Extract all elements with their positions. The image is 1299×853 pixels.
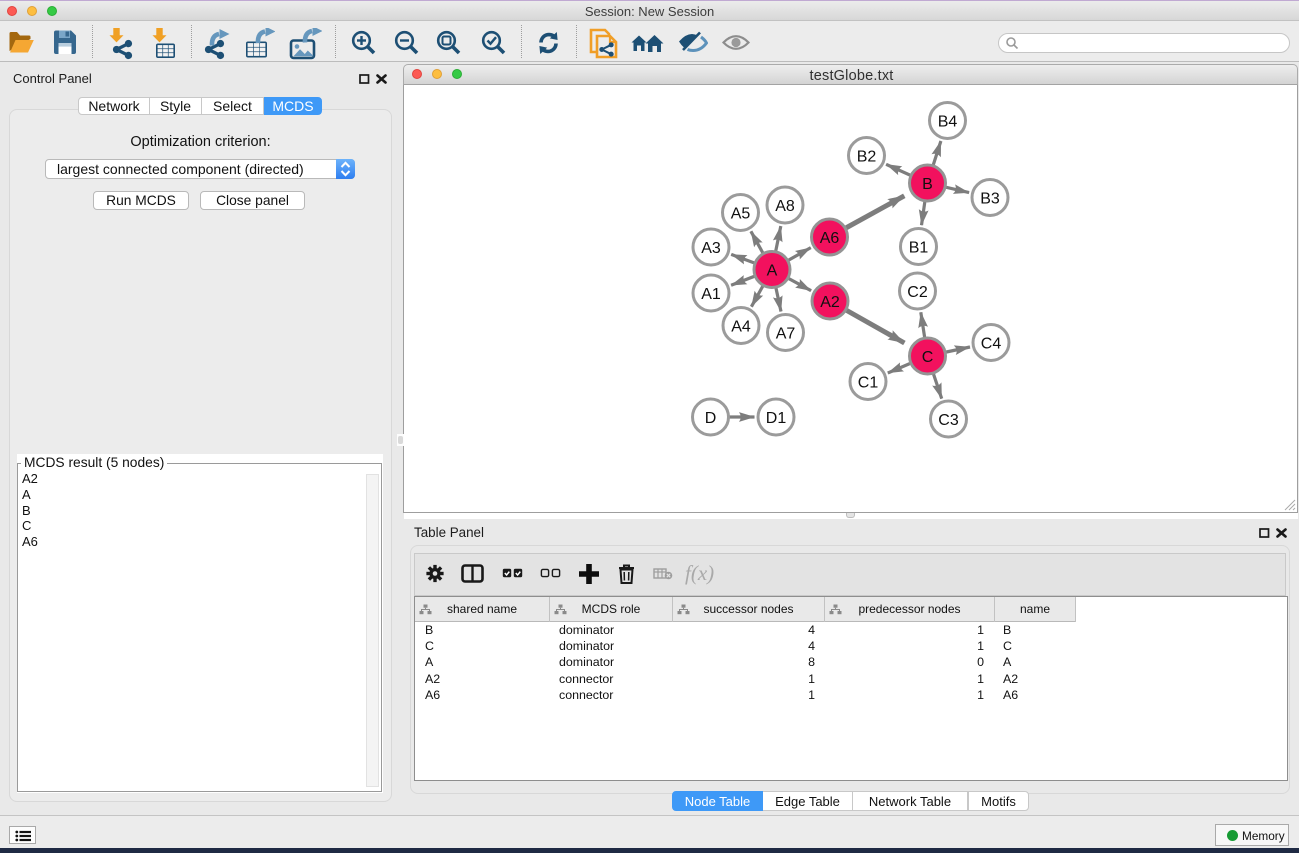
svg-text:A3: A3 (701, 240, 721, 257)
svg-text:D: D (705, 410, 717, 427)
svg-text:C: C (922, 349, 934, 366)
svg-text:A5: A5 (731, 206, 751, 223)
svg-text:A2: A2 (820, 294, 840, 311)
svg-text:A7: A7 (776, 326, 796, 343)
svg-text:B1: B1 (909, 240, 929, 257)
svg-text:A8: A8 (775, 198, 795, 215)
svg-text:A4: A4 (731, 319, 751, 336)
svg-text:D1: D1 (766, 410, 787, 427)
svg-text:C1: C1 (858, 375, 879, 392)
svg-text:C3: C3 (938, 412, 959, 429)
svg-text:C2: C2 (907, 284, 928, 301)
svg-text:B4: B4 (938, 114, 958, 131)
svg-text:B3: B3 (980, 191, 1000, 208)
svg-text:A6: A6 (820, 230, 840, 247)
svg-text:B2: B2 (857, 149, 877, 166)
svg-text:A1: A1 (701, 286, 721, 303)
svg-text:A: A (767, 263, 778, 280)
svg-text:C4: C4 (981, 336, 1002, 353)
svg-text:B: B (922, 176, 933, 193)
